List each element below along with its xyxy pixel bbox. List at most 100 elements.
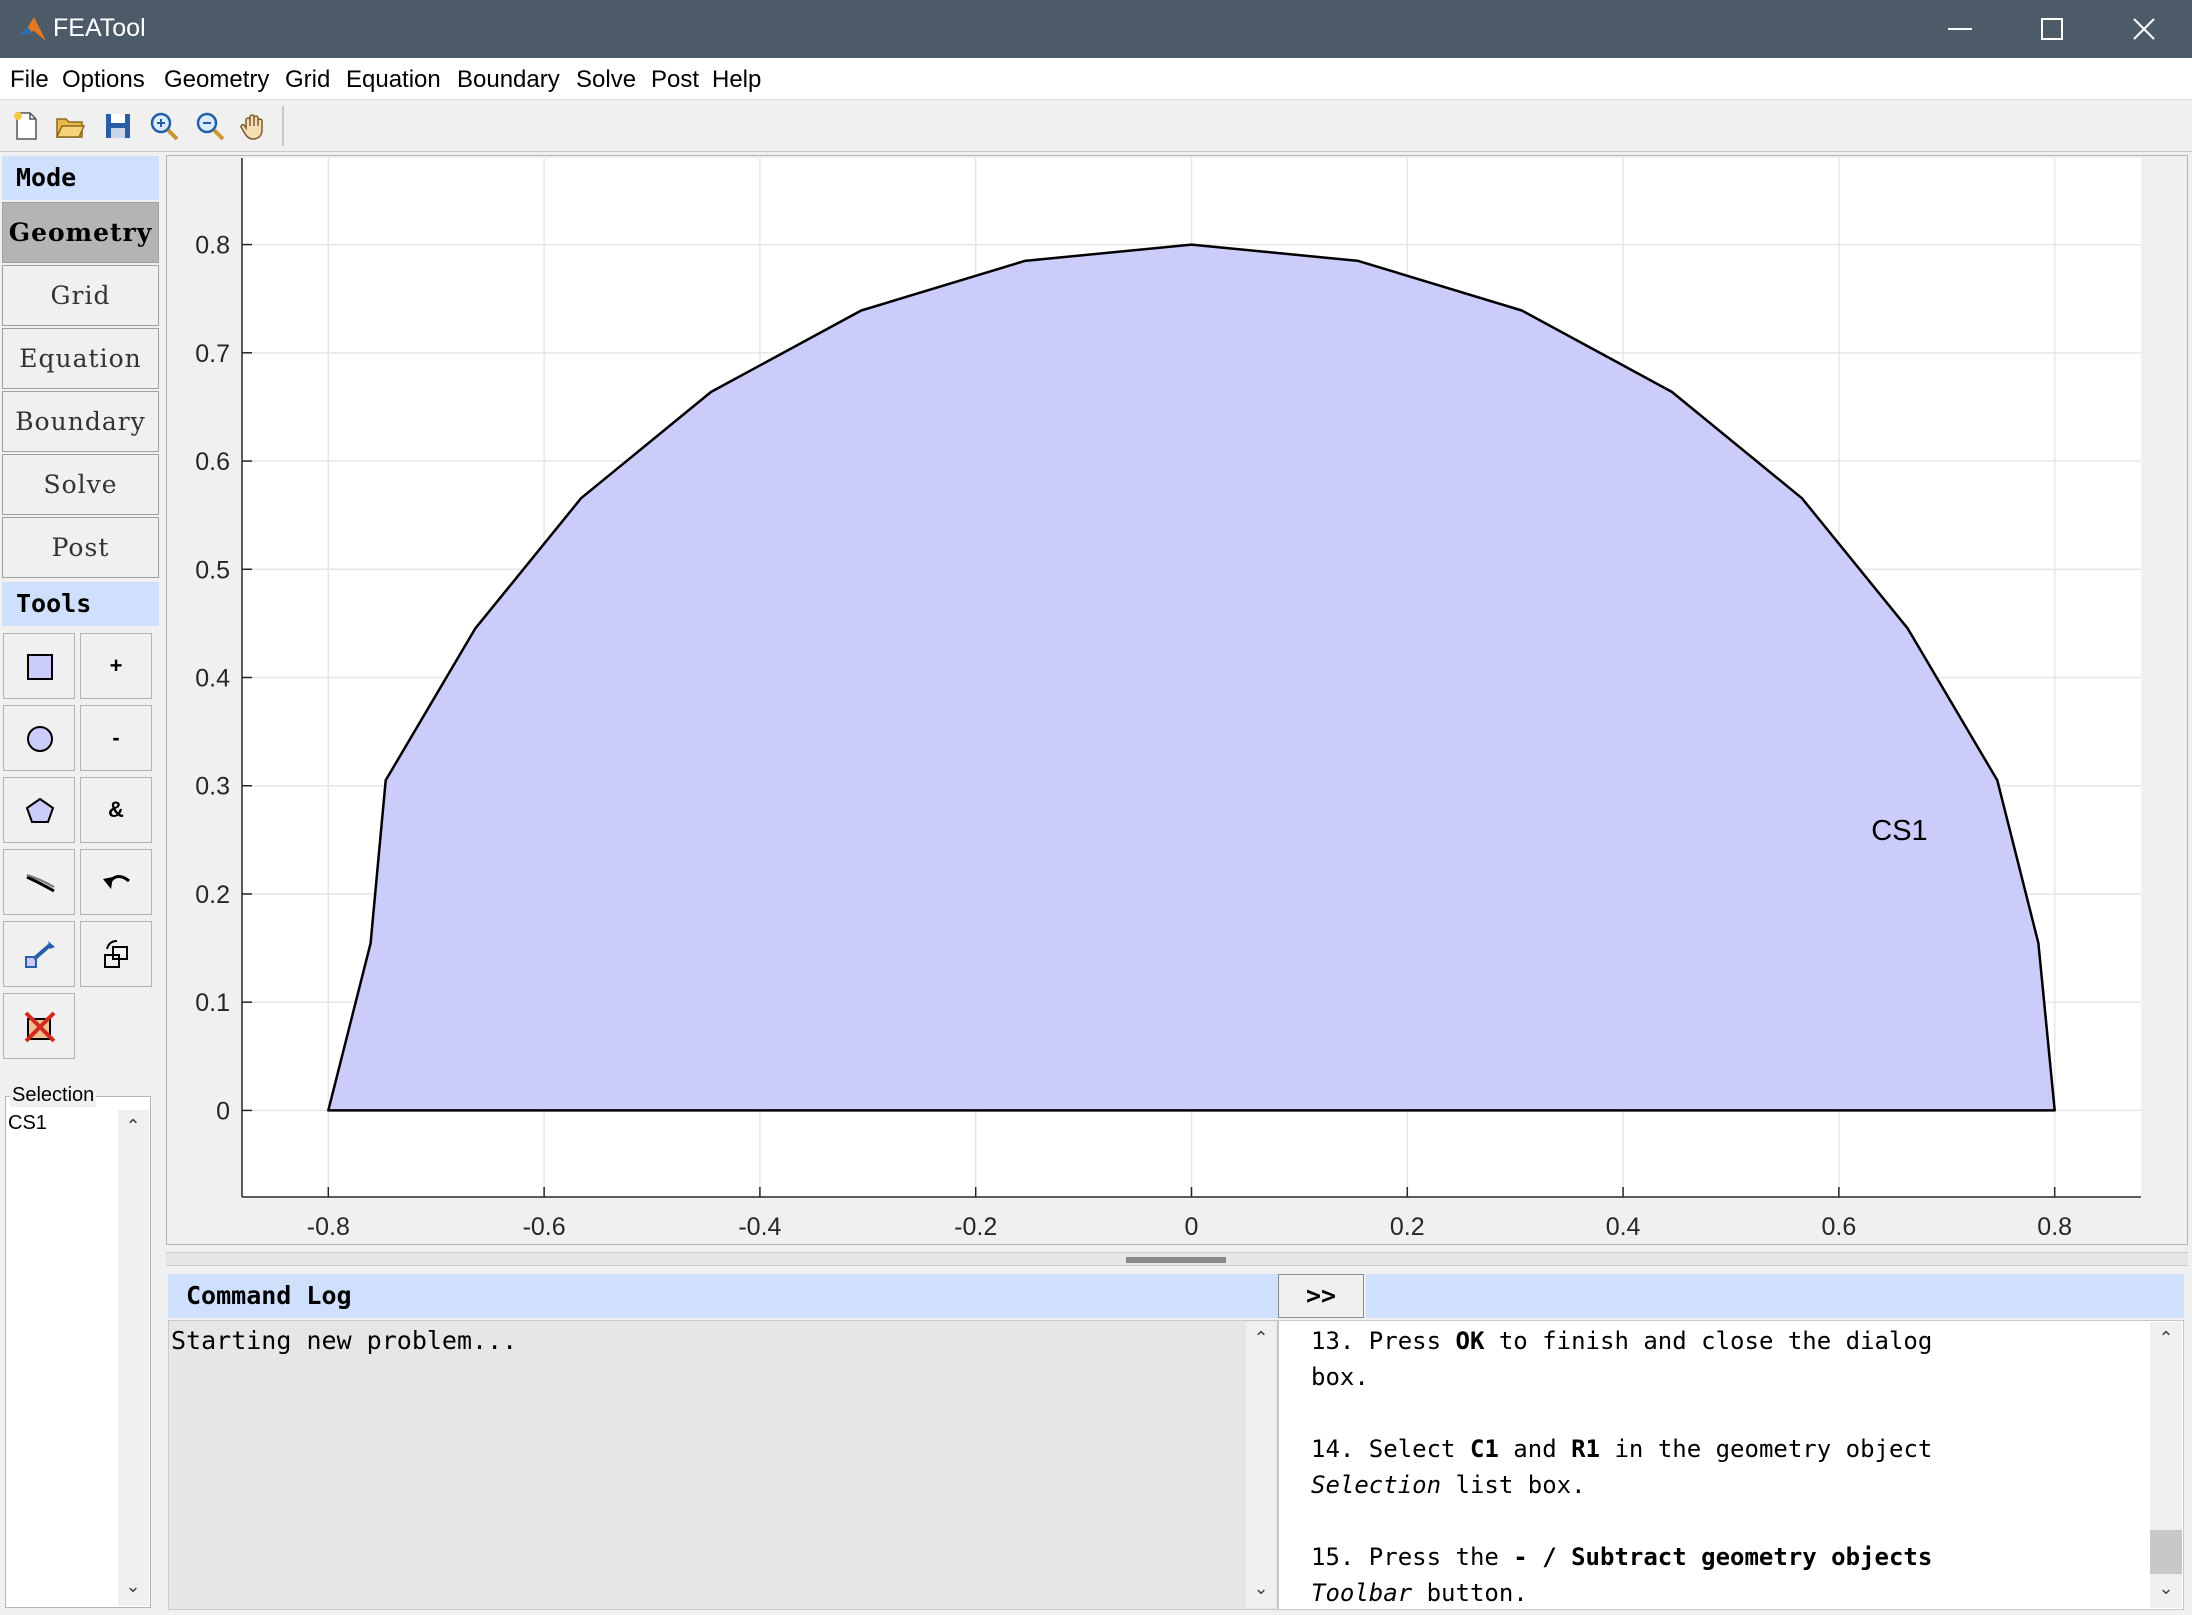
help-line: 13. Press OK to finish and close the dia…: [1311, 1327, 1933, 1355]
zoom-out-button[interactable]: [190, 106, 230, 146]
line-icon: [26, 874, 55, 893]
save-icon: [106, 114, 130, 138]
command-log-text: Starting new problem...: [171, 1326, 518, 1355]
x-tick-label: 0.2: [1390, 1213, 1425, 1241]
y-tick-label: 0.7: [195, 340, 230, 368]
polygon-icon: [25, 797, 55, 823]
scroll-up-icon[interactable]: ⌃: [2151, 1328, 2181, 1349]
mode-solve-button[interactable]: Solve: [2, 454, 159, 515]
x-tick-label: -0.6: [523, 1213, 566, 1241]
menu-options[interactable]: Options: [62, 66, 145, 94]
command-log-box[interactable]: [168, 1320, 1278, 1610]
help-line: 15. Press the - / Subtract geometry obje…: [1311, 1543, 1933, 1571]
zoom-out-icon: [196, 112, 225, 141]
mode-geometry-button[interactable]: Geometry: [2, 202, 159, 263]
menu-bar: File Options Geometry Grid Equation Boun…: [0, 58, 2192, 100]
polygon-tool-button[interactable]: [3, 777, 75, 843]
undo-tool-button[interactable]: [80, 849, 152, 915]
zoom-in-icon: [150, 112, 179, 141]
transform-object-tool-button[interactable]: [80, 921, 152, 987]
window-title: FEATool: [53, 14, 146, 42]
list-item[interactable]: CS1: [8, 1112, 47, 1135]
menu-help[interactable]: Help: [712, 66, 761, 94]
scroll-down-icon[interactable]: ⌄: [1246, 1578, 1276, 1599]
transform-object-icon: [104, 940, 128, 968]
menu-geometry[interactable]: Geometry: [164, 66, 269, 94]
rectangle-tool-button[interactable]: [3, 633, 75, 699]
pan-button[interactable]: [234, 106, 274, 146]
open-file-button[interactable]: [50, 106, 90, 146]
selection-label: Selection: [10, 1084, 97, 1107]
geometry-object-label: CS1: [1871, 815, 1927, 847]
minimize-icon: [1948, 28, 1972, 30]
y-tick-label: 0.4: [195, 665, 230, 693]
pan-hand-icon: [240, 114, 263, 140]
zoom-in-button[interactable]: [144, 106, 184, 146]
new-file-icon: [14, 112, 37, 140]
tools-header-label: Tools: [16, 589, 92, 618]
selection-scrollbar[interactable]: ⌃ ⌄: [118, 1110, 149, 1606]
close-icon: [2133, 18, 2155, 40]
y-tick-label: 0.5: [195, 556, 230, 584]
help-scroll-thumb[interactable]: [2150, 1530, 2182, 1574]
mode-header-label: Mode: [16, 163, 77, 192]
new-file-button[interactable]: [6, 106, 46, 146]
menu-post[interactable]: Post: [651, 66, 699, 94]
scroll-down-icon[interactable]: ⌄: [2151, 1578, 2181, 1599]
splitter-grip[interactable]: [1126, 1257, 1226, 1263]
save-button[interactable]: [98, 106, 138, 146]
subtract-tool-button[interactable]: -: [80, 705, 152, 771]
x-tick-label: -0.8: [307, 1213, 350, 1241]
x-tick-label: 0.8: [2037, 1213, 2072, 1241]
scroll-up-icon[interactable]: ⌃: [118, 1116, 148, 1137]
mode-equation-button[interactable]: Equation: [2, 328, 159, 389]
intersect-tool-button[interactable]: &: [80, 777, 152, 843]
line-tool-button[interactable]: [3, 849, 75, 915]
title-bar: FEATool: [0, 0, 2192, 58]
x-tick-label: -0.2: [954, 1213, 997, 1241]
edit-object-tool-button[interactable]: [3, 921, 75, 987]
toolbar: [0, 100, 2192, 152]
edit-object-icon: [25, 941, 55, 968]
scroll-up-icon[interactable]: ⌃: [1246, 1328, 1276, 1349]
circle-tool-button[interactable]: [3, 705, 75, 771]
x-tick-label: 0: [1185, 1213, 1199, 1241]
help-line: Toolbar button.: [1311, 1579, 1528, 1607]
menu-file[interactable]: File: [10, 66, 49, 94]
minimize-button[interactable]: [1914, 0, 2006, 58]
geometry-plot[interactable]: -0.8 -0.6 -0.4 -0.2 0 0.2 0.4 0.6 0.8 0 0.1 0.2 0.3 0…: [166, 155, 2188, 1245]
selection-listbox[interactable]: CS1: [8, 1110, 116, 1606]
help-text-box[interactable]: 13. Press OK to finish and close the dia…: [1278, 1320, 2184, 1610]
y-tick-label: 0.1: [195, 989, 230, 1017]
x-tick-label: 0.4: [1606, 1213, 1641, 1241]
x-tick-label: 0.6: [1822, 1213, 1857, 1241]
menu-boundary[interactable]: Boundary: [457, 66, 560, 94]
menu-equation[interactable]: Equation: [346, 66, 441, 94]
rectangle-icon: [27, 654, 53, 680]
scroll-down-icon[interactable]: ⌄: [118, 1576, 148, 1597]
mode-post-button[interactable]: Post: [2, 517, 159, 578]
command-log-header: Command Log: [168, 1274, 1278, 1318]
help-line: 14. Select C1 and R1 in the geometry obj…: [1311, 1435, 1933, 1463]
y-tick-label: 0.6: [195, 448, 230, 476]
menu-grid[interactable]: Grid: [285, 66, 330, 94]
union-tool-button[interactable]: +: [80, 633, 152, 699]
y-tick-label: 0.2: [195, 881, 230, 909]
help-line: box.: [1311, 1363, 1369, 1391]
help-line: Selection list box.: [1311, 1471, 1586, 1499]
close-button[interactable]: [2098, 0, 2190, 58]
y-tick-label: 0.8: [195, 232, 230, 260]
help-header: [1366, 1274, 2184, 1318]
delete-object-tool-button[interactable]: [3, 993, 75, 1059]
matlab-logo-icon: [16, 15, 48, 43]
command-log-title: Command Log: [186, 1281, 352, 1310]
menu-solve[interactable]: Solve: [576, 66, 636, 94]
open-folder-icon: [55, 118, 86, 138]
tools-header: Tools: [2, 582, 159, 626]
maximize-icon: [2041, 18, 2063, 40]
mode-boundary-button[interactable]: Boundary: [2, 391, 159, 452]
mode-grid-button[interactable]: Grid: [2, 265, 159, 326]
expand-log-button[interactable]: >>: [1278, 1274, 1364, 1318]
command-log-scrollbar[interactable]: ⌃ ⌄: [1246, 1322, 1276, 1608]
maximize-button[interactable]: [2006, 0, 2098, 58]
